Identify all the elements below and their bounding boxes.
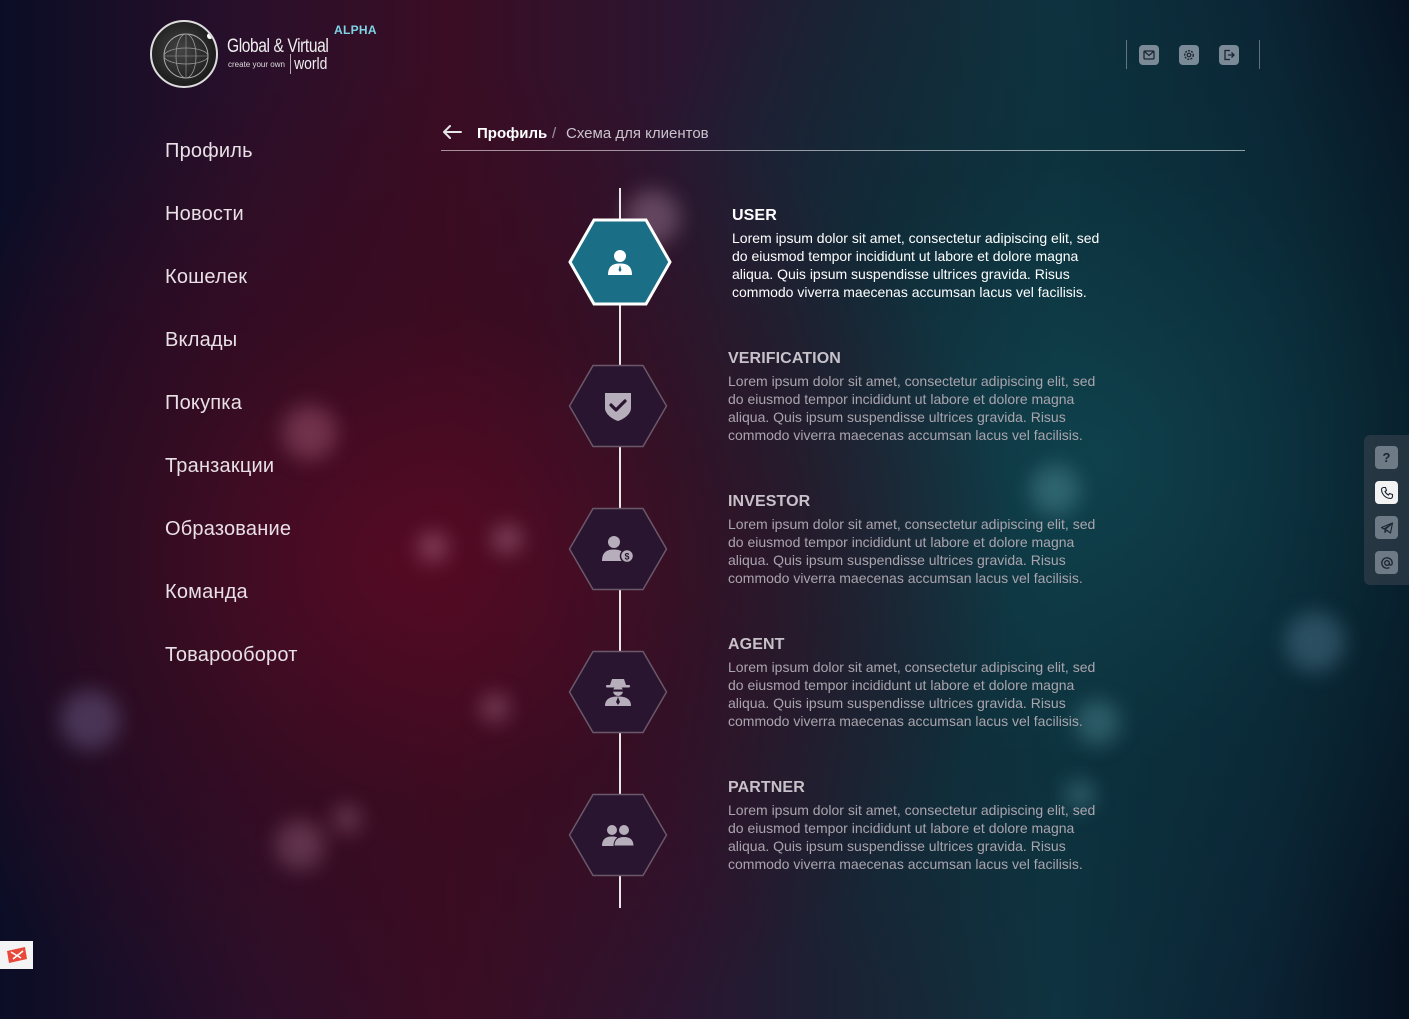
sidebar-item-education[interactable]: Образование bbox=[165, 518, 298, 581]
step-description: Lorem ipsum dolor sit amet, consectetur … bbox=[732, 230, 1100, 300]
back-arrow-icon[interactable] bbox=[441, 124, 463, 140]
sidebar-item-purchase[interactable]: Покупка bbox=[165, 392, 298, 455]
logout-icon[interactable] bbox=[1219, 45, 1239, 65]
step-description: Lorem ipsum dolor sit amet, consectetur … bbox=[728, 516, 1096, 586]
breadcrumb-profile-link[interactable]: Профиль bbox=[477, 125, 547, 142]
step-investor: INVESTOR Lorem ipsum dolor sit amet, con… bbox=[728, 493, 1103, 587]
breadcrumb: Профиль / Схема для клиентов bbox=[441, 122, 1245, 151]
step-title: AGENT bbox=[728, 636, 785, 653]
sidebar-item-wallet[interactable]: Кошелек bbox=[165, 266, 298, 329]
step-description: Lorem ipsum dolor sit amet, consectetur … bbox=[728, 373, 1096, 443]
partners-icon bbox=[601, 823, 635, 847]
sidebar-item-turnover[interactable]: Товарооборот bbox=[165, 644, 298, 707]
email-at-icon[interactable] bbox=[1375, 551, 1398, 574]
breadcrumb-current-page: Схема для клиентов bbox=[566, 125, 709, 142]
shield-check-icon bbox=[603, 390, 633, 422]
app-badge-icon[interactable] bbox=[0, 941, 33, 969]
step-title: PARTNER bbox=[728, 779, 805, 796]
step-investor-node[interactable]: $ bbox=[568, 507, 668, 591]
step-description: Lorem ipsum dolor sit amet, consectetur … bbox=[728, 802, 1096, 872]
step-partner: PARTNER Lorem ipsum dolor sit amet, cons… bbox=[728, 779, 1103, 873]
telegram-icon[interactable] bbox=[1375, 516, 1398, 539]
help-icon[interactable]: ? bbox=[1375, 446, 1398, 469]
step-title: VERIFICATION bbox=[728, 350, 841, 367]
step-title: INVESTOR bbox=[728, 493, 811, 510]
step-title: USER bbox=[732, 207, 777, 224]
logo-subtitle: create your own bbox=[228, 60, 285, 69]
step-user: USER Lorem ipsum dolor sit amet, consect… bbox=[732, 207, 1104, 301]
svg-text:$: $ bbox=[624, 552, 629, 562]
step-agent-node[interactable] bbox=[568, 650, 668, 734]
settings-icon[interactable] bbox=[1179, 45, 1199, 65]
user-icon bbox=[607, 248, 633, 276]
sidebar-item-news[interactable]: Новости bbox=[165, 203, 298, 266]
step-verification-node[interactable] bbox=[568, 364, 668, 448]
sidebar: Профиль Новости Кошелек Вклады Покупка Т… bbox=[165, 140, 298, 707]
breadcrumb-separator: / bbox=[552, 125, 557, 142]
sidebar-item-profile[interactable]: Профиль bbox=[165, 140, 298, 203]
investor-icon: $ bbox=[601, 534, 635, 564]
logo-world: world bbox=[290, 54, 327, 74]
step-partner-node[interactable] bbox=[568, 793, 668, 877]
contact-panel: ? bbox=[1364, 435, 1409, 585]
step-description: Lorem ipsum dolor sit amet, consectetur … bbox=[728, 659, 1096, 729]
agent-icon bbox=[603, 677, 633, 707]
header-actions bbox=[1126, 40, 1260, 69]
alpha-badge: ALPHA bbox=[334, 23, 377, 37]
step-agent: AGENT Lorem ipsum dolor sit amet, consec… bbox=[728, 636, 1103, 730]
sidebar-item-team[interactable]: Команда bbox=[165, 581, 298, 644]
help-label: ? bbox=[1382, 450, 1391, 465]
sidebar-item-transactions[interactable]: Транзакции bbox=[165, 455, 298, 518]
sidebar-item-deposits[interactable]: Вклады bbox=[165, 329, 298, 392]
step-user-node[interactable] bbox=[568, 218, 672, 306]
globe-logo-icon bbox=[150, 20, 218, 88]
step-verification: VERIFICATION Lorem ipsum dolor sit amet,… bbox=[728, 350, 1103, 444]
phone-icon[interactable] bbox=[1375, 481, 1398, 504]
mail-icon[interactable] bbox=[1139, 45, 1159, 65]
